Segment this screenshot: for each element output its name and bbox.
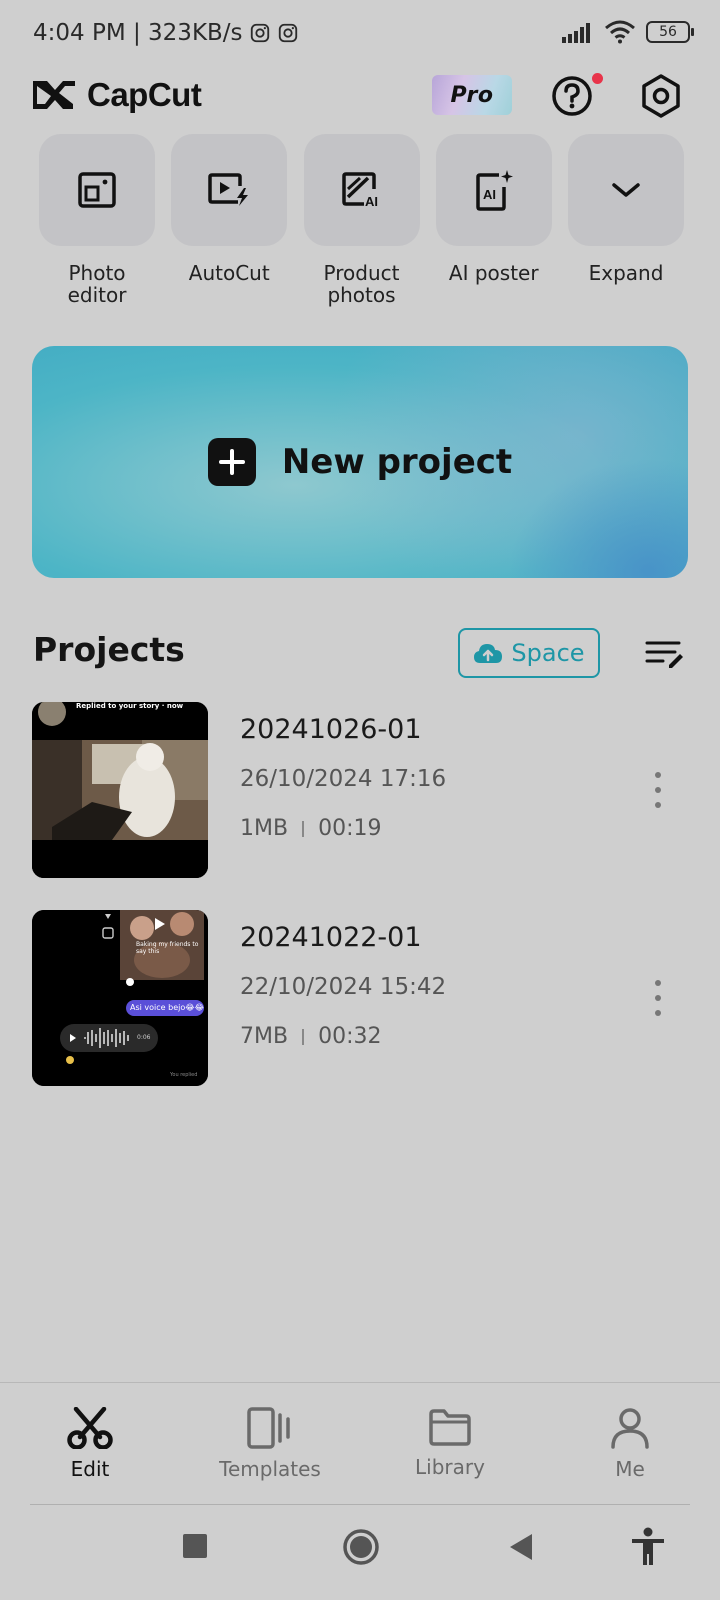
product-photos-icon: AI	[341, 172, 378, 209]
quick-tools: Photo editor AutoCut AI Product photos A…	[39, 134, 684, 314]
help-icon[interactable]	[551, 75, 593, 117]
nav-divider	[30, 1504, 690, 1505]
tool-tile[interactable]	[171, 134, 288, 246]
folder-icon	[429, 1409, 471, 1446]
tool-tile[interactable]	[39, 134, 155, 246]
new-project-content: New project	[207, 438, 513, 486]
battery-indicator: 56	[646, 21, 694, 43]
pro-badge[interactable]: Pro	[432, 75, 512, 115]
autocut-icon	[208, 173, 249, 206]
tool-product-photos[interactable]: AI Product photos	[303, 134, 420, 314]
thumbnail-caption: Replied to your story · now	[76, 702, 184, 710]
accessibility-icon[interactable]	[630, 1527, 666, 1567]
status-left: 4:04 PM | 323KB/s	[33, 20, 299, 46]
space-label: Space	[511, 639, 585, 667]
system-nav-bar	[0, 1510, 720, 1600]
tool-ai-poster[interactable]: AI AI poster	[435, 134, 552, 314]
project-name: 20241022-01	[240, 922, 422, 953]
svg-text:AI: AI	[365, 194, 378, 209]
bottom-nav: Edit Templates Library Me	[0, 1382, 720, 1504]
project-size: 7MB	[240, 1024, 289, 1049]
tool-label: AI poster	[448, 261, 539, 285]
thumbnail-image	[32, 702, 208, 878]
project-date: 26/10/2024 17:16	[240, 766, 447, 792]
more-options-icon[interactable]	[652, 772, 664, 808]
nav-label: Library	[415, 1455, 485, 1479]
project-item[interactable]: Replied to your story · now 20241026-01 …	[32, 702, 688, 878]
plus-icon	[207, 438, 256, 486]
projects-title: Projects	[33, 630, 185, 669]
ai-poster-icon: AI	[476, 170, 513, 211]
templates-icon	[247, 1407, 290, 1449]
home-icon[interactable]	[342, 1528, 380, 1566]
chevron-down-icon	[612, 183, 640, 197]
new-project-button[interactable]: New project	[32, 346, 688, 578]
tool-tile[interactable]	[568, 134, 684, 246]
space-button[interactable]: Space	[458, 628, 600, 678]
new-project-label: New project	[281, 442, 513, 482]
thumbnail-audio-time: 0:06	[137, 1034, 151, 1041]
instagram-icon	[278, 23, 297, 43]
capcut-logo: CapCut	[33, 76, 202, 114]
scissors-icon	[67, 1407, 113, 1449]
meta-divider	[302, 820, 305, 837]
svg-text:AI: AI	[483, 187, 496, 202]
nav-item-templates[interactable]: Templates	[200, 1407, 340, 1481]
status-right: 56	[562, 20, 694, 44]
nav-label: Edit	[70, 1457, 110, 1481]
project-name: 20241026-01	[240, 714, 422, 745]
tool-label: Product photos	[323, 261, 400, 307]
project-duration: 00:19	[318, 816, 382, 841]
status-bar: 4:04 PM | 323KB/s 56	[0, 0, 720, 70]
tool-expand[interactable]: Expand	[568, 134, 684, 314]
project-duration: 00:32	[318, 1024, 382, 1049]
nav-item-library[interactable]: Library	[380, 1407, 520, 1479]
project-item[interactable]: Baking my friends to say this Asi voice …	[32, 910, 688, 1086]
instagram-icon	[250, 23, 269, 43]
project-meta: 7MB 00:32	[240, 1024, 381, 1049]
photo-editor-icon	[78, 172, 116, 208]
tool-photo-editor[interactable]: Photo editor	[39, 134, 155, 314]
project-size: 1MB	[240, 816, 289, 841]
project-meta: 1MB 00:19	[240, 816, 381, 841]
nav-label: Me	[615, 1457, 645, 1481]
meta-divider	[302, 1028, 305, 1045]
back-icon[interactable]	[508, 1532, 534, 1562]
wifi-icon	[605, 20, 635, 44]
manage-list-icon[interactable]	[645, 638, 685, 670]
thumbnail-footer: You replied	[170, 1072, 198, 1078]
tool-label: Photo editor	[67, 261, 127, 307]
notification-dot	[592, 73, 603, 84]
thumbnail-caption: Baking my friends to say this	[136, 941, 199, 955]
status-time-speed: 4:04 PM | 323KB/s	[33, 20, 243, 46]
project-thumbnail[interactable]: Baking my friends to say this Asi voice …	[32, 910, 208, 1086]
tool-tile[interactable]: AI	[435, 134, 552, 246]
tool-autocut[interactable]: AutoCut	[171, 134, 288, 314]
nav-item-me[interactable]: Me	[560, 1407, 700, 1481]
signal-icon	[562, 23, 590, 43]
thumbnail-chat-bubble: Asi voice bejo😂😂	[130, 1003, 204, 1012]
thumbnail-image	[32, 910, 208, 1086]
capcut-logo-icon	[33, 81, 75, 109]
project-thumbnail[interactable]: Replied to your story · now	[32, 702, 208, 878]
cloud-upload-icon	[474, 644, 503, 663]
tool-label: Expand	[588, 261, 664, 285]
app-name: CapCut	[87, 76, 202, 113]
more-options-icon[interactable]	[652, 980, 664, 1016]
app-header: CapCut Pro	[0, 70, 720, 126]
recents-icon[interactable]	[182, 1533, 208, 1559]
project-date: 22/10/2024 15:42	[240, 974, 447, 1000]
settings-icon[interactable]	[639, 73, 683, 119]
nav-item-edit[interactable]: Edit	[20, 1407, 160, 1481]
person-icon	[611, 1408, 649, 1449]
tool-tile[interactable]: AI	[303, 134, 420, 246]
nav-label: Templates	[219, 1457, 321, 1481]
tool-label: AutoCut	[188, 261, 270, 285]
